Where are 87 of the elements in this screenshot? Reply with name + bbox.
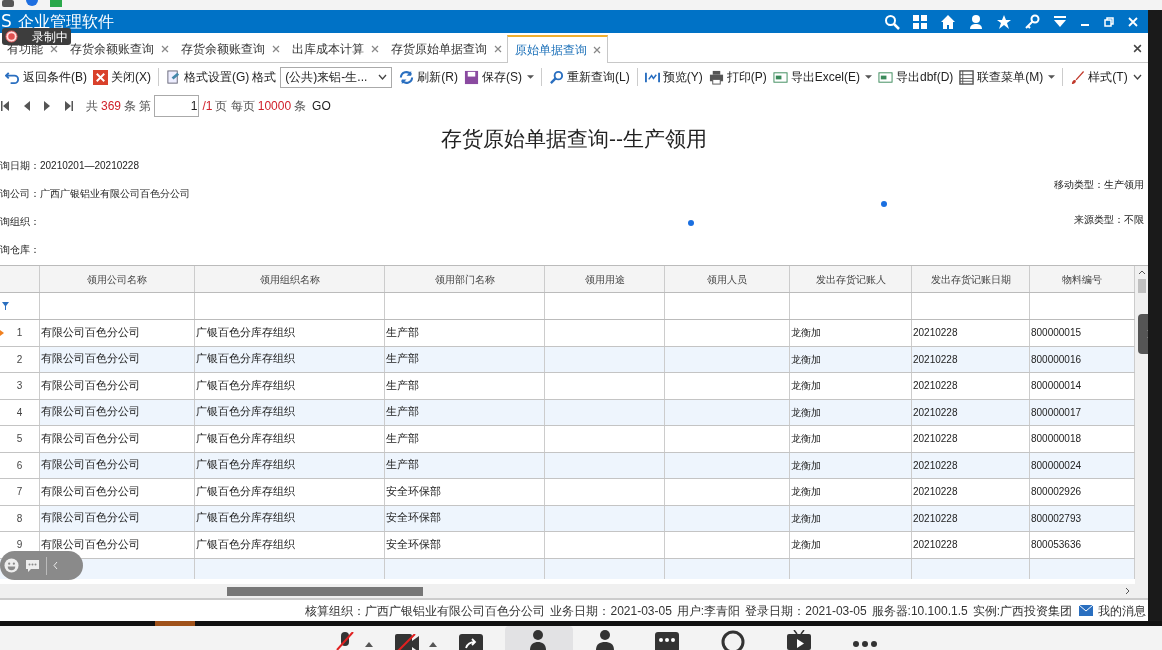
- table-cell-text: 800002926: [1031, 485, 1082, 500]
- row-number: 3: [15, 379, 24, 394]
- table-cell-text: 800000017: [1031, 405, 1082, 420]
- table-cell-text: 生产部: [386, 377, 419, 393]
- format-label: 格式: [252, 69, 277, 86]
- row-number: 2: [15, 352, 24, 367]
- query-info: 询仓库：: [0, 244, 41, 256]
- row-number: 9: [15, 538, 24, 553]
- table-cell-text: 龙衡加: [791, 405, 821, 420]
- table-cell-text: 800000018: [1031, 432, 1082, 447]
- status-text: 核算组织：广西广银铝业有限公司百色分公司: [305, 602, 546, 620]
- table-cell-text: 龙衡加: [791, 485, 821, 500]
- pager-number: /1: [202, 98, 213, 115]
- table-cell-text: 有限公司百色分公司: [41, 483, 140, 499]
- table-cell-text: 有限公司百色分公司: [41, 457, 140, 473]
- table-cell-text: 800000016: [1031, 352, 1082, 367]
- table-cell-text: 有限公司百色分公司: [41, 377, 140, 393]
- table-cell-text: 800000015: [1031, 326, 1082, 341]
- pager-label: 条 第: [124, 98, 152, 115]
- table-cell-text: 20210228: [913, 405, 958, 420]
- table-cell-text: 有限公司百色分公司: [41, 351, 140, 367]
- table-cell-text: 龙衡加: [791, 379, 821, 394]
- table-cell-text: 生产部: [386, 457, 419, 473]
- table-cell-text: 龙衡加: [791, 538, 821, 553]
- table-cell-text: 20210228: [913, 538, 958, 553]
- table-cell-text: 有限公司百色分公司: [41, 404, 140, 420]
- status-text: 业务日期：2021-03-05: [550, 602, 672, 620]
- table-cell-text: 广银百色分库存组织: [196, 483, 295, 499]
- table-cell-text: 有限公司百色分公司: [41, 536, 140, 552]
- query-info: 询日期：20210201—20210228: [0, 160, 140, 172]
- table-cell-text: 龙衡加: [791, 458, 821, 473]
- table-cell-text: 800053636: [1031, 538, 1082, 553]
- table-cell-text: 龙衡加: [791, 432, 821, 447]
- status-text: 实例:广西投资集团: [972, 602, 1072, 620]
- row-number: 8: [15, 511, 24, 526]
- table-cell-text: 20210228: [913, 485, 958, 500]
- table-cell-text: 生产部: [386, 430, 419, 446]
- table-cell-text: 有限公司百色分公司: [41, 324, 140, 340]
- row-number: 1: [15, 326, 24, 341]
- pager-label: 页 每页: [215, 98, 255, 115]
- table-cell-text: 安全环保部: [386, 483, 441, 499]
- table-cell-text: 20210228: [913, 511, 958, 526]
- pager-number: 369: [101, 98, 122, 115]
- status-text: 用户:李青阳: [676, 602, 741, 620]
- table-cell-text: 广银百色分库存组织: [196, 430, 295, 446]
- row-number: 4: [15, 405, 24, 420]
- recording-label: 录制中: [32, 29, 68, 44]
- table-cell-text: 20210228: [913, 379, 958, 394]
- table-cell-text: 龙衡加: [791, 326, 821, 341]
- pager-label: 条: [294, 98, 307, 115]
- table-cell-text: 广银百色分库存组织: [196, 404, 295, 420]
- row-number: 5: [15, 432, 24, 447]
- status-text: 服务器:10.100.1.5: [871, 602, 968, 620]
- pager-label: 共: [86, 98, 98, 115]
- table-cell-text: 广银百色分库存组织: [196, 536, 295, 552]
- table-cell-text: 安全环保部: [386, 510, 441, 526]
- table-cell-text: 广银百色分库存组织: [196, 510, 295, 526]
- app-logo: S: [1, 9, 12, 33]
- table-cell-text: 20210228: [913, 458, 958, 473]
- table-cell-text: 800000014: [1031, 379, 1082, 394]
- query-info: 来源类型：不限: [1074, 213, 1144, 227]
- table-cell-text: 20210228: [913, 432, 958, 447]
- query-info: 询组织：: [0, 216, 41, 228]
- table-cell-text: 安全环保部: [386, 536, 441, 552]
- table-cell-text: 800002793: [1031, 511, 1082, 526]
- table-cell-text: 有限公司百色分公司: [41, 430, 140, 446]
- table-cell-text: 广银百色分库存组织: [196, 324, 295, 340]
- table-cell-text: 广银百色分库存组织: [196, 377, 295, 393]
- table-cell-text: 广银百色分库存组织: [196, 351, 295, 367]
- table-cell-text: 有限公司百色分公司: [41, 510, 140, 526]
- pager-number: 10000: [257, 98, 292, 115]
- query-info: 询公司：广西广银铝业有限公司百色分公司: [0, 188, 190, 200]
- row-number: 6: [15, 458, 24, 473]
- table-cell-text: 生产部: [386, 404, 419, 420]
- table-cell-text: 广银百色分库存组织: [196, 457, 295, 473]
- window-title: 企业管理软件: [18, 11, 115, 31]
- table-cell-text: 生产部: [386, 324, 419, 340]
- table-cell-text: 龙衡加: [791, 352, 821, 367]
- table-cell-text: 20210228: [913, 352, 958, 367]
- row-number: 7: [15, 485, 24, 500]
- table-cell-text: 800000024: [1031, 458, 1082, 473]
- query-info: 移动类型：生产领用: [1054, 178, 1144, 192]
- table-cell-text: 生产部: [386, 351, 419, 367]
- status-text: 登录日期：2021-03-05: [745, 602, 867, 620]
- table-cell-text: 龙衡加: [791, 511, 821, 526]
- report-title: 存货原始单据查询--生产领用: [440, 126, 708, 152]
- table-cell-text: 20210228: [913, 326, 958, 341]
